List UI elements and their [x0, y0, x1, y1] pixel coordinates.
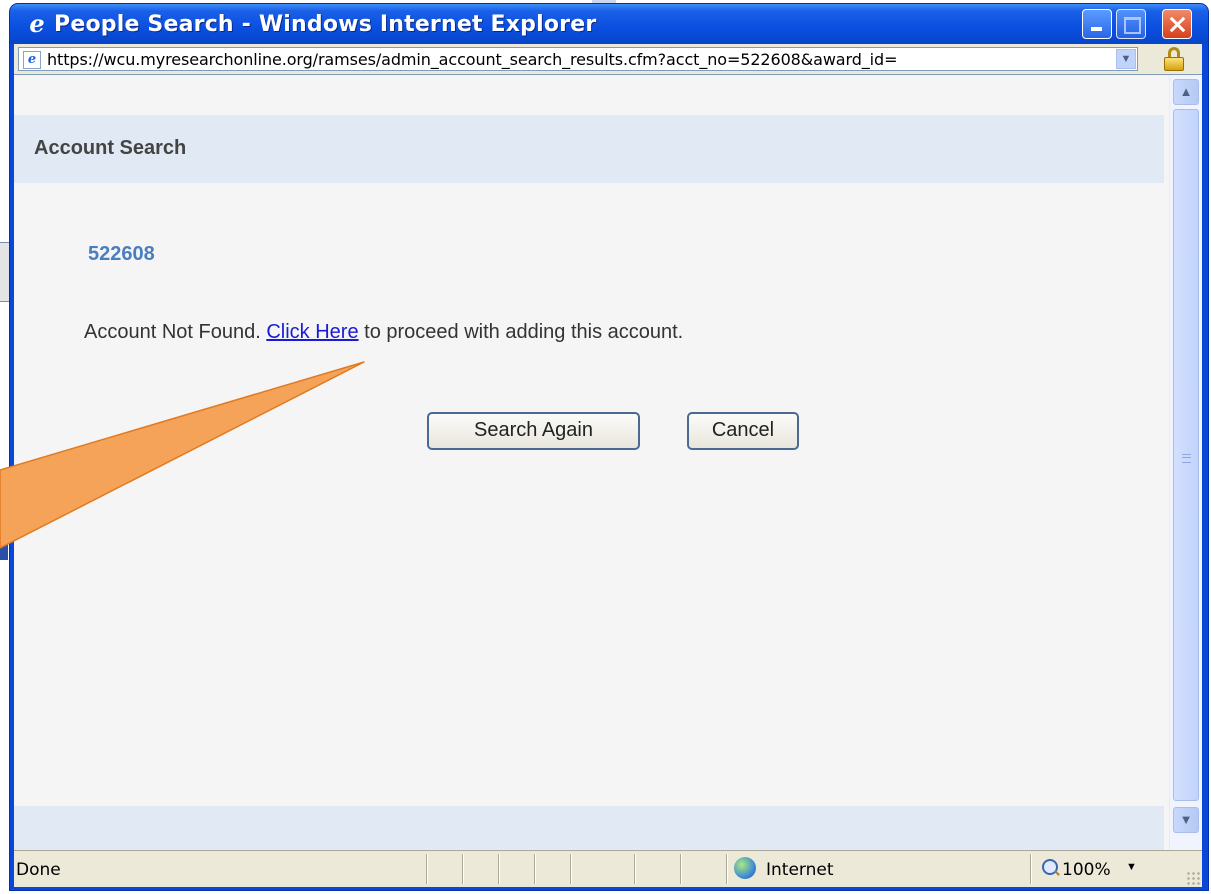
vertical-scrollbar[interactable]: ▲ ▼: [1169, 75, 1202, 851]
zoom-level[interactable]: 100%: [1062, 860, 1111, 880]
scroll-thumb[interactable]: [1173, 109, 1199, 801]
account-number: 522608: [88, 243, 155, 265]
address-bar: e https://wcu.myresearchonline.org/ramse…: [14, 44, 1202, 74]
grip-icon: [1182, 454, 1191, 463]
content-footer: [14, 806, 1164, 850]
resize-grip[interactable]: [1186, 871, 1200, 885]
browser-window: e People Search - Windows Internet Explo…: [10, 4, 1208, 890]
cancel-button[interactable]: Cancel: [687, 412, 799, 450]
title-bar[interactable]: e People Search - Windows Internet Explo…: [10, 4, 1208, 44]
maximize-icon[interactable]: [1116, 9, 1146, 39]
close-icon[interactable]: [1162, 9, 1192, 39]
page-title: Account Search: [34, 137, 187, 159]
message-before: Account Not Found.: [84, 321, 267, 343]
status-separator: [680, 854, 681, 884]
address-field[interactable]: e https://wcu.myresearchonline.org/ramse…: [18, 47, 1138, 71]
minimize-icon[interactable]: [1082, 9, 1112, 39]
scroll-up-icon[interactable]: ▲: [1173, 79, 1199, 105]
background-window-fragment: [0, 500, 8, 560]
status-text: Done: [16, 860, 61, 880]
page-content: Account Search 522608 Account Not Found.…: [14, 74, 1202, 851]
message-after: to proceed with adding this account.: [358, 321, 684, 343]
search-again-button[interactable]: Search Again: [427, 412, 640, 450]
ie-logo-icon: e: [29, 9, 45, 38]
not-found-message: Account Not Found. Click Here to proceed…: [84, 321, 683, 344]
status-separator: [534, 854, 535, 884]
status-separator: [462, 854, 463, 884]
chevron-down-icon[interactable]: ▼: [1116, 49, 1136, 69]
lock-body: [1164, 57, 1184, 71]
globe-icon: [734, 857, 756, 879]
window-title: People Search - Windows Internet Explore…: [54, 12, 597, 37]
zoom-icon[interactable]: [1042, 859, 1058, 875]
page-icon: e: [23, 51, 41, 69]
scroll-down-icon[interactable]: ▼: [1173, 807, 1199, 833]
url-text[interactable]: https://wcu.myresearchonline.org/ramses/…: [47, 50, 1107, 69]
chevron-down-icon[interactable]: ▼: [1126, 861, 1137, 873]
status-separator: [634, 854, 635, 884]
status-separator: [726, 854, 727, 884]
status-separator: [570, 854, 571, 884]
click-here-link[interactable]: Click Here: [266, 321, 358, 343]
lock-icon[interactable]: [1162, 47, 1186, 71]
content-header: Account Search: [14, 115, 1164, 183]
status-separator: [498, 854, 499, 884]
security-zone: Internet: [766, 860, 834, 880]
status-separator: [1030, 854, 1031, 884]
status-separator: [426, 854, 427, 884]
status-bar: Done Internet 100% ▼: [14, 850, 1202, 887]
